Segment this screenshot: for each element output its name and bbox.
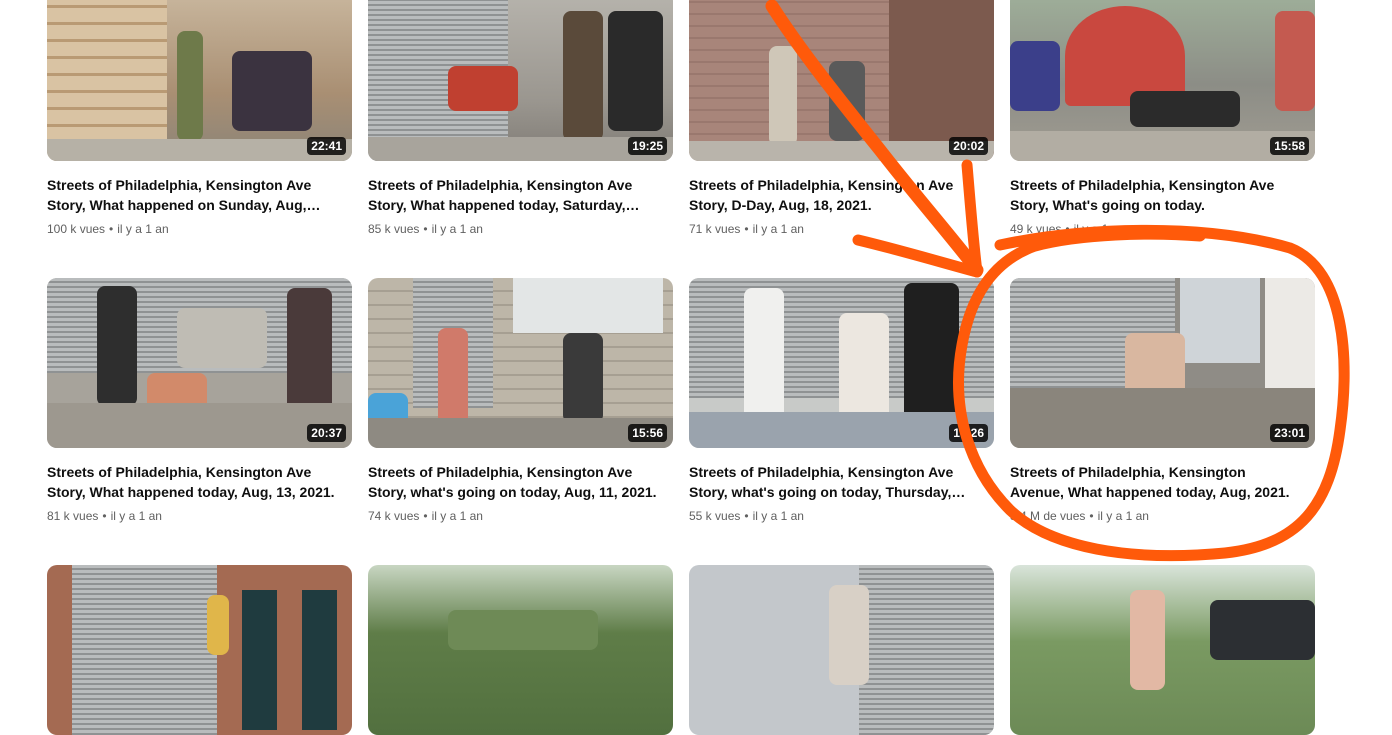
meta-separator: •: [423, 509, 428, 523]
video-title[interactable]: Streets of Philadelphia, Kensington Ave …: [689, 175, 979, 215]
video-duration: 15:56: [628, 424, 667, 442]
video-thumbnail[interactable]: 15:58: [1010, 0, 1315, 161]
video-thumbnail[interactable]: [1010, 565, 1315, 735]
video-duration: 15:58: [1270, 137, 1309, 155]
upload-age: il y a 1 an: [117, 222, 169, 236]
video-card[interactable]: [368, 565, 673, 735]
video-meta: 85 k vues • il y a 1 an: [368, 221, 673, 237]
video-card[interactable]: [1010, 565, 1315, 735]
meta-separator: •: [109, 222, 114, 236]
video-title[interactable]: Streets of Philadelphia, Kensington Ave …: [368, 462, 658, 502]
view-count: 100 k vues: [47, 222, 106, 236]
view-count: 81 k vues: [47, 509, 99, 523]
video-thumbnail[interactable]: [368, 565, 673, 735]
upload-age: il y a 1 an: [752, 509, 804, 523]
meta-separator: •: [1065, 222, 1070, 236]
video-title[interactable]: Streets of Philadelphia, Kensington Ave …: [47, 175, 337, 215]
meta-separator: •: [744, 222, 749, 236]
video-duration: 19:25: [628, 137, 667, 155]
video-duration: 20:37: [307, 424, 346, 442]
view-count: 85 k vues: [368, 222, 420, 236]
video-title[interactable]: Streets of Philadelphia, Kensington Ave …: [47, 462, 337, 502]
video-meta: 71 k vues • il y a 1 an: [689, 221, 994, 237]
video-title[interactable]: Streets of Philadelphia, Kensington Aven…: [1010, 462, 1300, 502]
video-card[interactable]: 20:37 Streets of Philadelphia, Kensingto…: [47, 278, 352, 524]
upload-age: il y a 1 an: [431, 222, 483, 236]
video-card[interactable]: [689, 565, 994, 735]
video-duration: 20:02: [949, 137, 988, 155]
view-count: 49 k vues: [1010, 222, 1062, 236]
meta-separator: •: [744, 509, 749, 523]
upload-age: il y a 1 an: [1097, 509, 1149, 523]
video-meta: 5,4 M de vues • il y a 1 an: [1010, 508, 1315, 524]
meta-separator: •: [423, 222, 428, 236]
upload-age: il y a 1 an: [752, 222, 804, 236]
view-count: 71 k vues: [689, 222, 741, 236]
upload-age: il y a 1 an: [110, 509, 162, 523]
video-card[interactable]: 15:58 Streets of Philadelphia, Kensingto…: [1010, 0, 1315, 237]
meta-separator: •: [1089, 509, 1094, 523]
upload-age: il y a 1 an: [1073, 222, 1125, 236]
view-count: 74 k vues: [368, 509, 420, 523]
arrow-head-left: [852, 234, 983, 278]
video-title[interactable]: Streets of Philadelphia, Kensington Ave …: [368, 175, 658, 215]
view-count: 5,4 M de vues: [1010, 509, 1086, 523]
video-duration: 23:01: [1270, 424, 1309, 442]
video-duration: 22:41: [307, 137, 346, 155]
video-card[interactable]: [47, 565, 352, 735]
video-meta: 55 k vues • il y a 1 an: [689, 508, 994, 524]
video-card[interactable]: 15:56 Streets of Philadelphia, Kensingto…: [368, 278, 673, 524]
video-thumbnail[interactable]: 20:37: [47, 278, 352, 448]
view-count: 55 k vues: [689, 509, 741, 523]
video-thumbnail[interactable]: 22:41: [47, 0, 352, 161]
video-title[interactable]: Streets of Philadelphia, Kensington Ave …: [689, 462, 979, 502]
video-card[interactable]: 22:41 Streets of Philadelphia, Kensingto…: [47, 0, 352, 237]
video-meta: 74 k vues • il y a 1 an: [368, 508, 673, 524]
meta-separator: •: [102, 509, 107, 523]
video-meta: 49 k vues • il y a 1 an: [1010, 221, 1315, 237]
video-thumbnail[interactable]: 23:01: [1010, 278, 1315, 448]
video-title[interactable]: Streets of Philadelphia, Kensington Ave …: [1010, 175, 1300, 215]
video-card[interactable]: 16:26 Streets of Philadelphia, Kensingto…: [689, 278, 994, 524]
video-meta: 100 k vues • il y a 1 an: [47, 221, 352, 237]
video-duration: 16:26: [949, 424, 988, 442]
upload-age: il y a 1 an: [431, 509, 483, 523]
video-thumbnail[interactable]: 16:26: [689, 278, 994, 448]
video-thumbnail[interactable]: 19:25: [368, 0, 673, 161]
video-thumbnail[interactable]: 20:02: [689, 0, 994, 161]
video-meta: 81 k vues • il y a 1 an: [47, 508, 352, 524]
video-card[interactable]: 19:25 Streets of Philadelphia, Kensingto…: [368, 0, 673, 237]
video-thumbnail[interactable]: [47, 565, 352, 735]
video-thumbnail[interactable]: [689, 565, 994, 735]
video-card[interactable]: 23:01 Streets of Philadelphia, Kensingto…: [1010, 278, 1315, 524]
video-thumbnail[interactable]: 15:56: [368, 278, 673, 448]
video-card[interactable]: 20:02 Streets of Philadelphia, Kensingto…: [689, 0, 994, 237]
